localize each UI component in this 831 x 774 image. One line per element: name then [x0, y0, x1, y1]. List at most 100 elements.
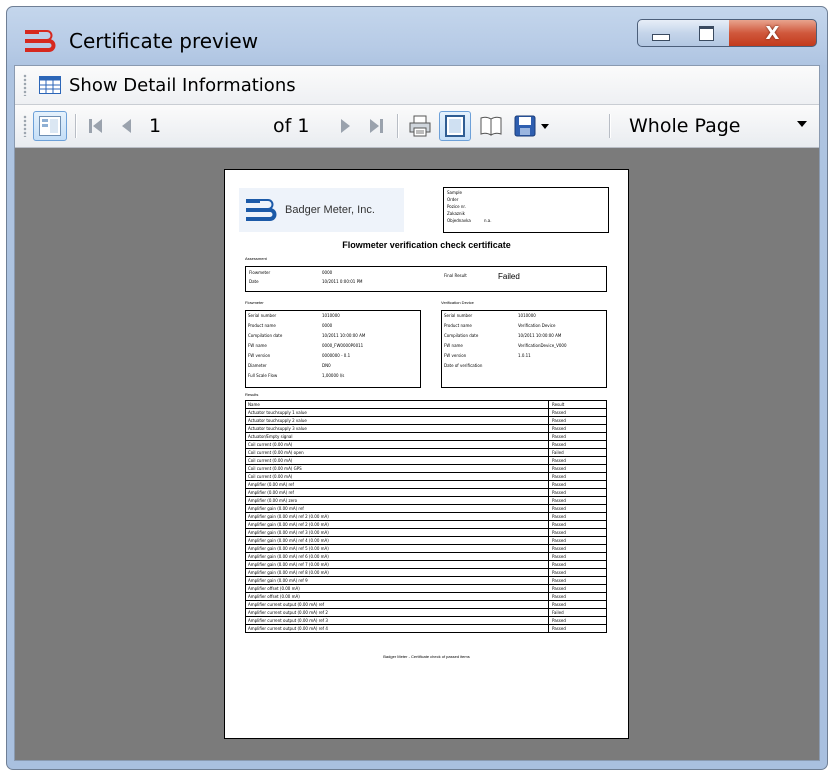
current-page-field[interactable]: 1 [143, 111, 203, 141]
result-name: Amplifier gain (0.00 mA) ref 2 (0.00 mA) [248, 514, 329, 519]
result-value: Passed [552, 554, 566, 559]
result-name: Amplifier gain (0.00 mA) ref 7 (0.00 mA) [248, 562, 329, 567]
result-name: Amplifier (0.00 mA) ref [248, 482, 294, 487]
assessment-value: 10/2011 0:00:01 PM [322, 279, 363, 284]
flowmeter-label: FW name [248, 343, 267, 348]
result-value: Passed [552, 530, 566, 535]
toolbar-grip[interactable] [23, 115, 27, 137]
verification-section-title: Verification Device [441, 300, 474, 305]
result-name: Coil current (0.00 mA) open [248, 450, 304, 455]
badger-logo-icon [246, 199, 277, 221]
result-name: Amplifier gain (0.00 mA) ref 8 (0.00 mA) [248, 570, 329, 575]
menu-grip[interactable] [23, 74, 27, 96]
table-row: Coil current (0.00 mA) GPS Passed [246, 465, 606, 473]
order-label-1: Sample [447, 190, 462, 195]
result-name: Amplifier offset (0.00 mA) [248, 594, 300, 599]
minimize-button[interactable] [637, 19, 685, 47]
flowmeter-section-title: Flowmeter [245, 300, 264, 305]
table-row: Amplifier current output (0.00 mA) ref 2… [246, 609, 606, 617]
next-page-button[interactable] [333, 111, 359, 141]
zoom-dropdown-icon[interactable] [797, 121, 807, 127]
result-name: Amplifier gain (0.00 mA) ref 6 (0.00 mA) [248, 554, 329, 559]
table-row: Amplifier gain (0.00 mA) ref 3 (0.00 mA)… [246, 529, 606, 537]
table-row: Amplifier current output (0.00 mA) ref 4… [246, 625, 606, 632]
results-column-divider [548, 513, 549, 520]
order-value: n.a. [484, 218, 492, 223]
results-column-divider [548, 569, 549, 576]
result-name: Amplifier offset (0.00 mA) [248, 586, 300, 591]
table-row: Amplifier gain (0.00 mA) ref Passed [246, 505, 606, 513]
results-column-divider [548, 553, 549, 560]
result-value: Passed [552, 618, 566, 623]
result-value: Failed [552, 450, 564, 455]
order-label-5: Objednavka [447, 218, 471, 223]
results-column-divider [548, 465, 549, 472]
previous-page-button[interactable] [113, 111, 139, 141]
show-detail-label: Show Detail Informations [69, 74, 296, 96]
save-button[interactable] [511, 111, 539, 141]
results-column-divider [548, 521, 549, 528]
result-value: Passed [552, 474, 566, 479]
results-column-divider [548, 473, 549, 480]
first-page-button[interactable] [83, 111, 109, 141]
result-value: Passed [552, 602, 566, 607]
final-result-value: Failed [498, 272, 520, 281]
verification-value: 1010000 [518, 313, 536, 318]
result-value: Passed [552, 546, 566, 551]
results-column-divider [548, 417, 549, 424]
show-detail-button[interactable]: Show Detail Informations [39, 75, 296, 96]
result-value: Passed [552, 442, 566, 447]
assessment-section-title: Assessment [245, 256, 267, 261]
result-value: Passed [552, 586, 566, 591]
verification-value: Verification Device [518, 323, 556, 328]
result-name: Coil current (0.00 mA) [248, 442, 293, 447]
result-value: Passed [552, 458, 566, 463]
result-name: Amplifier current output (0.00 mA) ref [248, 602, 325, 607]
results-header-name: Name [248, 402, 260, 407]
table-row: Amplifier (0.00 mA) zero Passed [246, 497, 606, 505]
maximize-button[interactable] [684, 19, 730, 47]
two-page-icon [480, 116, 502, 136]
save-dropdown-button[interactable] [539, 111, 551, 141]
result-name: Actuator touchsupply 3 value [248, 426, 307, 431]
zoom-select[interactable]: Whole Page [615, 111, 815, 141]
results-column-divider [548, 489, 549, 496]
assessment-value: 0000 [322, 270, 333, 275]
table-row: Coil current (0.00 mA) Passed [246, 473, 606, 481]
result-name: Amplifier (0.00 mA) zero [248, 498, 298, 503]
table-row: Amplifier offset (0.00 mA) Passed [246, 593, 606, 601]
verification-value: VerificationDevice_V000 [518, 343, 567, 348]
two-page-button[interactable] [475, 111, 507, 141]
result-value: Passed [552, 418, 566, 423]
results-section-title: Results [245, 392, 259, 397]
toggle-tree-button[interactable] [33, 111, 67, 141]
result-value: Passed [552, 434, 566, 439]
results-column-divider [548, 617, 549, 624]
table-row: Actuator/Empty signal Passed [246, 433, 606, 441]
close-button[interactable]: X [729, 19, 817, 47]
table-row: Actuator touchsupply 1 value Passed [246, 409, 606, 417]
table-row: Amplifier gain (0.00 mA) ref 9 Passed [246, 577, 606, 585]
results-column-divider [548, 561, 549, 568]
page-layout-button[interactable] [439, 111, 471, 141]
result-name: Actuator touchsupply 1 value [248, 410, 307, 415]
result-value: Passed [552, 538, 566, 543]
window-title: Certificate preview [69, 29, 259, 53]
title-bar[interactable]: Certificate preview X [7, 7, 827, 63]
save-icon [514, 115, 536, 137]
client-area: Show Detail Informations 1 of 1 Whole Pa… [14, 65, 820, 761]
result-name: Actuator touchsupply 2 value [248, 418, 307, 423]
result-value: Passed [552, 562, 566, 567]
last-page-button[interactable] [363, 111, 389, 141]
verification-label: Compilation date [444, 333, 479, 338]
table-row: Amplifier (0.00 mA) ref Passed [246, 489, 606, 497]
results-column-divider [548, 625, 549, 632]
order-label-4: Zakaznik [447, 211, 465, 216]
table-row: Coil current (0.00 mA) Passed [246, 441, 606, 449]
order-label-3: Pozice nr. [447, 204, 466, 209]
table-row: Amplifier current output (0.00 mA) ref 3… [246, 617, 606, 625]
print-button[interactable] [405, 111, 435, 141]
flowmeter-value: 0000000 - 0.1 [322, 353, 351, 358]
toolbar-separator [609, 114, 610, 138]
preview-viewport[interactable]: Badger Meter, Inc. Sample Order Pozice n… [15, 148, 819, 760]
